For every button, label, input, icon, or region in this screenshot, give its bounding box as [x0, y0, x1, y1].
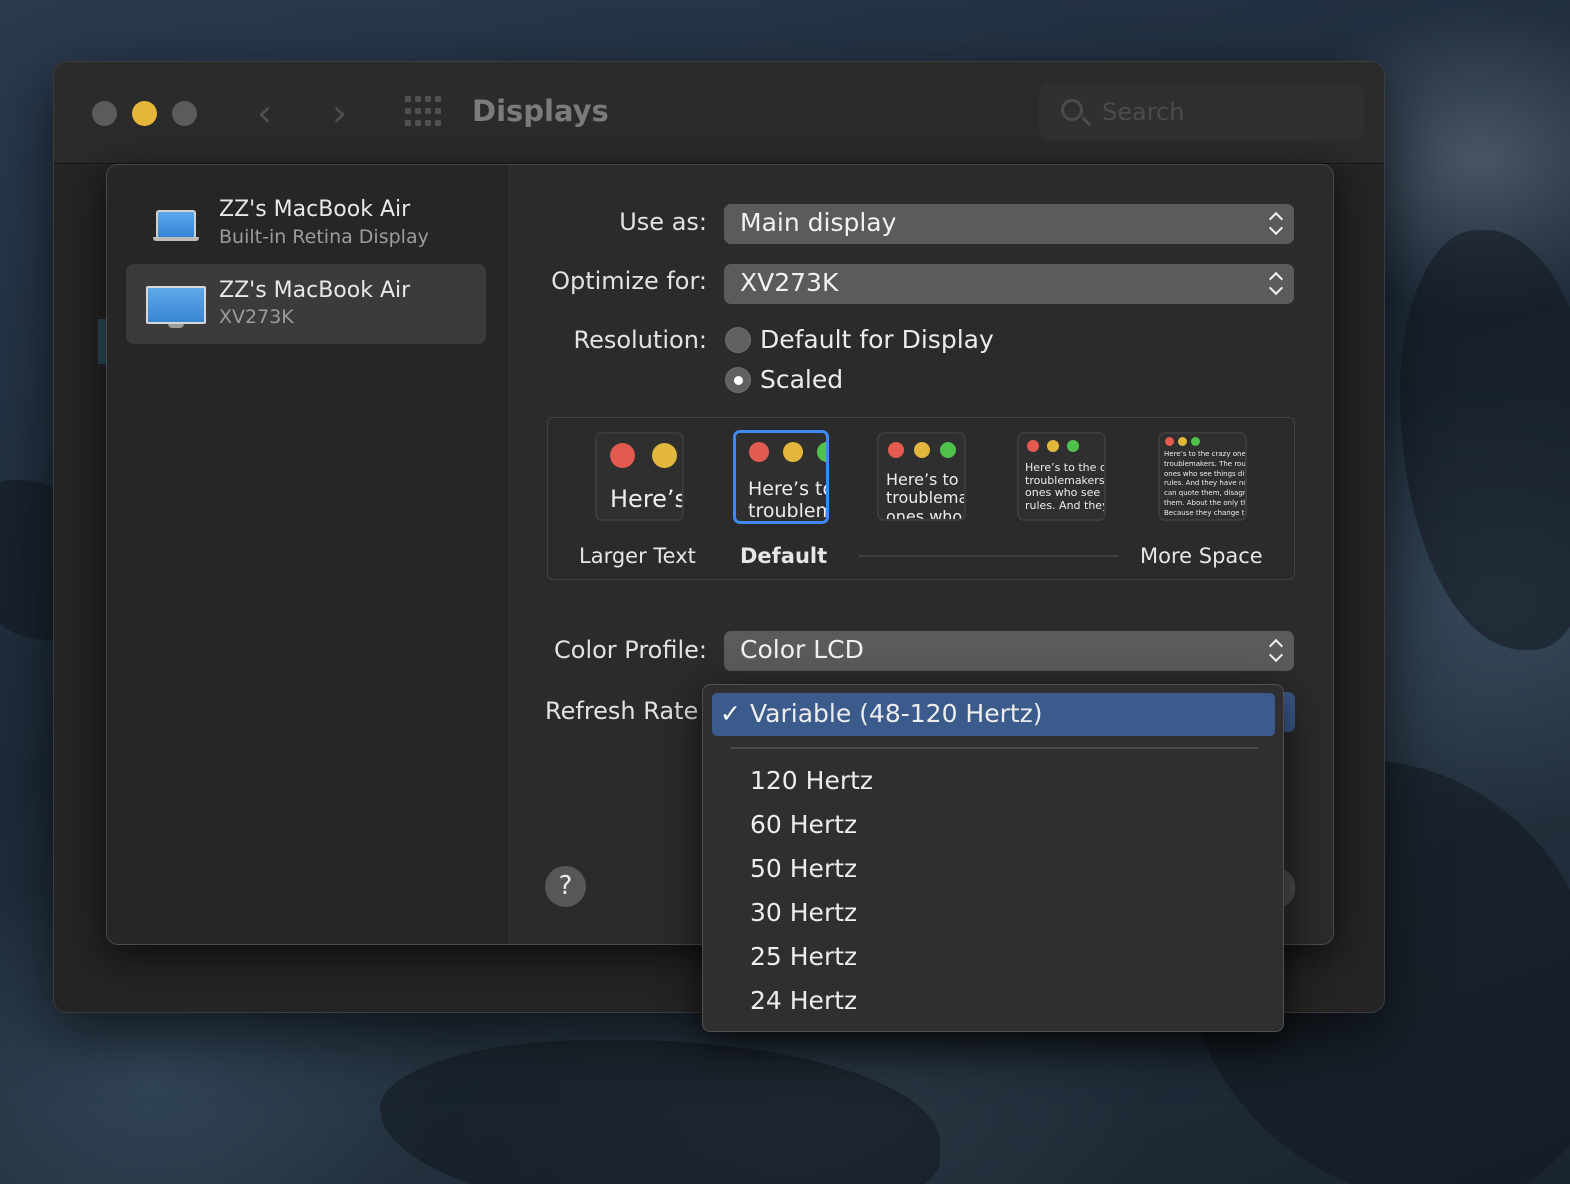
menu-item-label: 50 Hertz: [750, 854, 858, 883]
color-profile-value: Color LCD: [740, 635, 864, 664]
minimize-button[interactable]: [132, 101, 157, 126]
laptop-icon: [153, 210, 199, 242]
optimize-for-value: XV273K: [740, 268, 839, 297]
scale-label-default: Default: [740, 544, 828, 568]
menu-item-label: 120 Hertz: [750, 766, 874, 795]
forward-arrow-icon[interactable]: ›: [332, 94, 347, 132]
menu-item-label: 24 Hertz: [750, 986, 858, 1015]
close-button[interactable]: [92, 101, 117, 126]
scale-label-more-space: More Space: [1140, 544, 1263, 568]
optimize-for-popup[interactable]: XV273K: [724, 264, 1294, 304]
menu-separator: [730, 747, 1258, 749]
radio-scaled[interactable]: [725, 367, 751, 393]
scale-option-default[interactable]: Here’s to troublem: [733, 430, 829, 524]
search-input[interactable]: Search: [1039, 84, 1364, 140]
display-subtitle: XV273K: [219, 306, 294, 328]
menu-item-24hz[interactable]: 24 Hertz: [712, 980, 1275, 1023]
chevron-updown-icon: [1268, 211, 1284, 237]
scale-preview-text: Here’s: [610, 485, 684, 513]
menu-item-label: 25 Hertz: [750, 942, 858, 971]
use-as-value: Main display: [740, 208, 897, 237]
display-name: ZZ's MacBook Air: [219, 278, 411, 303]
search-icon: [1061, 99, 1083, 121]
radio-default-for-display[interactable]: [725, 327, 751, 353]
scale-preview-text: Here’s to the crazy one troublemakers. T…: [1164, 450, 1247, 517]
monitor-icon: [146, 286, 206, 328]
scale-option-larger-text[interactable]: Here’s: [595, 432, 684, 521]
chevron-updown-icon: [1268, 271, 1284, 297]
scale-option-4[interactable]: Here’s to the cr troublemakers. ones who…: [1017, 432, 1106, 521]
menu-item-30hz[interactable]: 30 Hertz: [712, 892, 1275, 935]
color-profile-label: Color Profile:: [554, 636, 707, 664]
scale-preview-text: Here’s to troublem: [748, 478, 829, 522]
display-item-builtin[interactable]: ZZ's MacBook Air Built-in Retina Display: [126, 183, 486, 263]
scale-preview-text: Here’s to t troublema ones who: [886, 470, 966, 521]
show-all-grid-icon[interactable]: [405, 96, 443, 128]
menu-item-label: Variable (48-120 Hertz): [750, 699, 1043, 728]
help-button[interactable]: ?: [545, 866, 586, 907]
use-as-label: Use as:: [619, 208, 707, 236]
refresh-rate-menu: ✓ Variable (48-120 Hertz) 120 Hertz 60 H…: [702, 684, 1284, 1032]
menu-item-120hz[interactable]: 120 Hertz: [712, 760, 1275, 803]
refresh-rate-label: Refresh Rate: [545, 697, 699, 725]
title-bar: ‹ › Displays Search: [54, 62, 1384, 164]
color-profile-popup[interactable]: Color LCD: [724, 631, 1294, 671]
display-list-sidebar: ZZ's MacBook Air Built-in Retina Display…: [107, 165, 507, 944]
radio-label-default[interactable]: Default for Display: [760, 325, 994, 354]
back-arrow-icon[interactable]: ‹: [257, 94, 272, 132]
scaling-options-box: Here’s Here’s to troublem Here’s to t tr…: [547, 417, 1295, 580]
optimize-for-label: Optimize for:: [551, 267, 707, 295]
menu-item-label: 60 Hertz: [750, 810, 858, 839]
checkmark-icon: ✓: [720, 699, 741, 728]
window-title: Displays: [472, 94, 609, 128]
use-as-popup[interactable]: Main display: [724, 204, 1294, 244]
menu-item-variable[interactable]: ✓ Variable (48-120 Hertz): [712, 693, 1275, 736]
wallpaper-rock: [1400, 230, 1570, 650]
resolution-label: Resolution:: [573, 326, 708, 354]
scale-label-larger-text: Larger Text: [579, 544, 696, 568]
scale-divider-line: [859, 555, 1119, 557]
radio-label-scaled[interactable]: Scaled: [760, 365, 843, 394]
scale-option-more-space[interactable]: Here’s to the crazy one troublemakers. T…: [1158, 432, 1247, 521]
menu-item-60hz[interactable]: 60 Hertz: [712, 804, 1275, 847]
search-placeholder: Search: [1102, 98, 1185, 126]
menu-item-25hz[interactable]: 25 Hertz: [712, 936, 1275, 979]
menu-item-label: 30 Hertz: [750, 898, 858, 927]
chevron-updown-icon: [1268, 638, 1284, 664]
menu-item-50hz[interactable]: 50 Hertz: [712, 848, 1275, 891]
scale-preview-text: Here’s to the cr troublemakers. ones who…: [1025, 461, 1106, 512]
wallpaper-rock: [380, 1040, 940, 1184]
display-subtitle: Built-in Retina Display: [219, 226, 429, 248]
zoom-button[interactable]: [172, 101, 197, 126]
display-name: ZZ's MacBook Air: [219, 197, 411, 222]
display-item-xv273k[interactable]: ZZ's MacBook Air XV273K: [126, 264, 486, 344]
scale-option-3[interactable]: Here’s to t troublema ones who: [877, 432, 966, 521]
